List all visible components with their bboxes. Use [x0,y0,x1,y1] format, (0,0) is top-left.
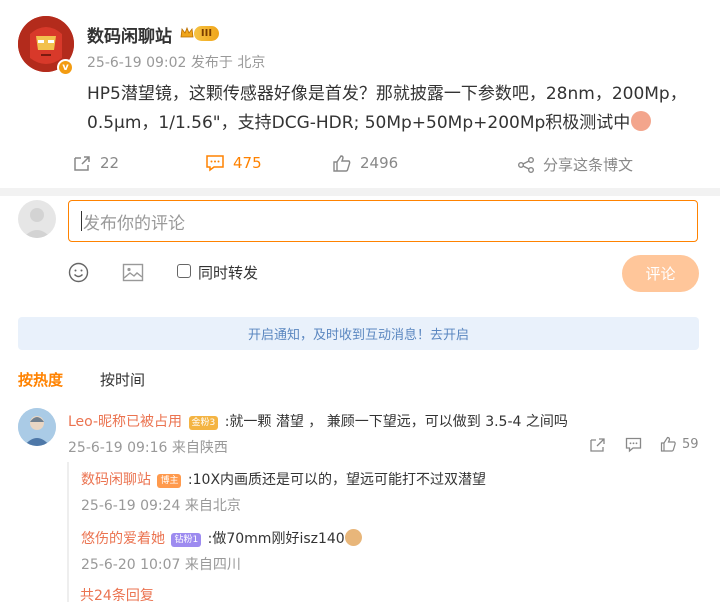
reply-location: 来自北京 [184,498,241,514]
comment-button[interactable]: 475 [205,154,262,172]
emoji-picker-icon[interactable] [68,262,89,283]
comment-date: 25-6-19 09:16 [68,440,168,456]
level-badge: III [194,26,219,41]
image-upload-icon[interactable] [122,262,144,283]
reply-date: 25-6-20 10:07 [81,557,181,573]
emoji-icon [631,111,652,131]
post-author[interactable]: 数码闲聊站 [87,22,172,47]
like-button[interactable]: 2496 [332,154,398,172]
reply-meta: 25-6-20 10:07 来自四川 [81,554,241,574]
repost-button[interactable]: 22 [72,154,119,172]
reply-text: :10X内画质还是可以的，望远可能打不过双潜望 [187,472,487,488]
comment-reply-icon[interactable] [625,437,642,453]
comment-like-count: 59 [682,436,699,452]
reply-row: 悠伤的爱着她 钻粉1 :做70mm刚好isz140 [81,528,362,548]
post-location: 发布于 北京 [190,55,266,71]
reply-date: 25-6-19 09:24 [81,498,181,514]
comment-meta: 25-6-19 09:16 来自陕西 [68,437,228,457]
reply-location: 来自四川 [184,557,241,573]
post-date[interactable]: 25-6-19 09:02 [87,55,186,71]
reply-author[interactable]: 悠伤的爱着她 [81,531,165,547]
more-replies-link[interactable]: 共24条回复 [80,585,154,605]
diamond-fan-badge: 钻粉1 [171,533,202,547]
share-label: 分享这条博文 [543,156,634,174]
divider [0,188,720,196]
post-content: HP5潜望镜，这颗传感器好像是首发？那就披露一下参数吧，28nm，200Mp，0… [87,80,697,138]
dog-emoji-icon [344,529,362,546]
post-meta: 25-6-19 09:02 发布于 北京 [87,52,265,72]
comment-repost-icon[interactable] [589,437,606,453]
crown-icon [180,26,194,38]
thumbs-up-icon [660,436,676,452]
reply-author[interactable]: 数码闲聊站 [81,472,151,488]
comment-location: 来自陕西 [171,440,228,456]
sort-by-hot[interactable]: 按热度 [18,369,63,390]
comment-count: 475 [233,154,262,172]
repost-checkbox-label[interactable]: 同时转发 [198,262,258,283]
thumbs-up-icon [333,155,351,172]
fan-badge: 金粉3 [188,416,219,430]
commenter-avatar[interactable] [18,408,56,446]
comment-input[interactable]: 发布你的评论 [68,200,698,242]
comment-like-button[interactable]: 59 [660,436,699,452]
commenter-name[interactable]: Leo-昵称已被占用 [68,414,182,430]
notification-banner[interactable]: 开启通知，及时收到互动消息！去开启 [18,317,699,350]
share-button[interactable]: 分享这条博文 [517,154,633,175]
share-icon [518,156,534,173]
author-badge: 博主 [157,474,182,488]
submit-comment-button[interactable]: 评论 [622,255,699,292]
repost-checkbox[interactable] [177,264,191,278]
reply-meta: 25-6-19 09:24 来自北京 [81,495,241,515]
comment-row: Leo-昵称已被占用 金粉3 :就一颗 潜望 ， 兼顾一下望远，可以做到 3.5… [68,411,568,431]
sort-by-time[interactable]: 按时间 [100,369,145,390]
reply-thread: 数码闲聊站 博主 :10X内画质还是可以的，望远可能打不过双潜望 25-6-19… [67,462,701,602]
repost-count: 22 [100,154,120,172]
reply-row: 数码闲聊站 博主 :10X内画质还是可以的，望远可能打不过双潜望 [81,469,486,489]
comment-text: :就一颗 潜望 ， 兼顾一下望远，可以做到 3.5-4 之间吗 [224,414,568,430]
repost-icon [74,156,90,171]
text-caret [81,211,82,231]
reply-text: :做70mm刚好isz140 [207,531,345,547]
my-avatar[interactable] [18,200,56,238]
post-text: HP5潜望镜，这颗传感器好像是首发？那就披露一下参数吧，28nm，200Mp，0… [87,84,687,133]
comment-placeholder: 发布你的评论 [83,213,185,234]
like-count: 2496 [360,154,399,172]
verified-icon: v [57,59,74,76]
comment-icon [206,155,224,172]
